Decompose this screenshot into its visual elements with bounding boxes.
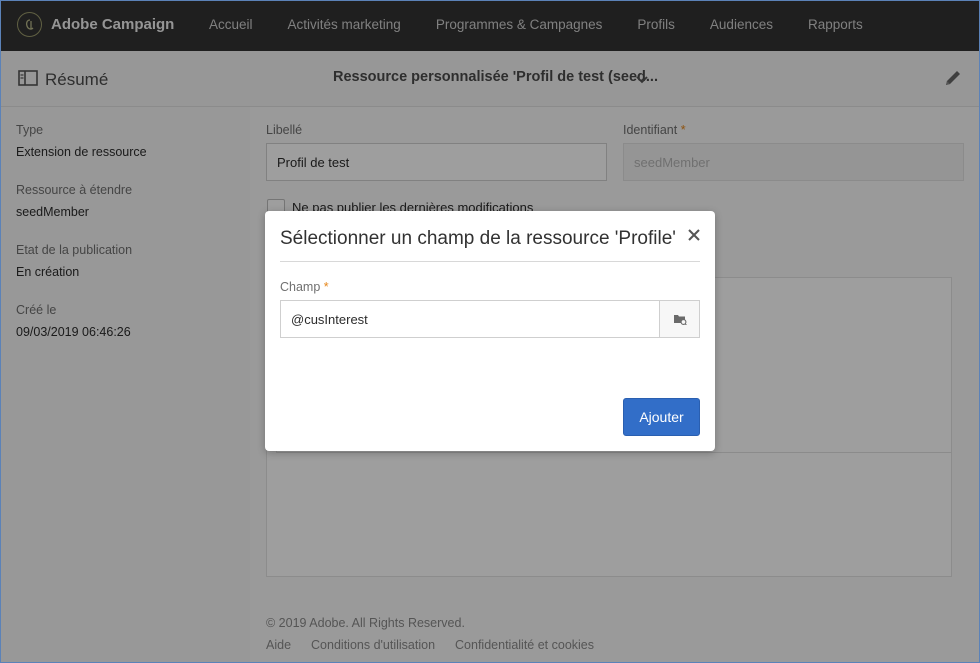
champ-required-marker: * xyxy=(323,280,329,294)
folder-picker-icon[interactable] xyxy=(659,300,700,338)
dialog-divider xyxy=(280,261,700,262)
close-icon[interactable] xyxy=(686,227,702,243)
select-field-dialog: Sélectionner un champ de la ressource 'P… xyxy=(265,211,715,451)
add-button[interactable]: Ajouter xyxy=(623,398,700,436)
champ-input[interactable]: @cusInterest xyxy=(280,300,660,338)
champ-label: Champ * xyxy=(280,280,329,294)
champ-label-text: Champ xyxy=(280,280,321,294)
dialog-title: Sélectionner un champ de la ressource 'P… xyxy=(280,228,676,249)
